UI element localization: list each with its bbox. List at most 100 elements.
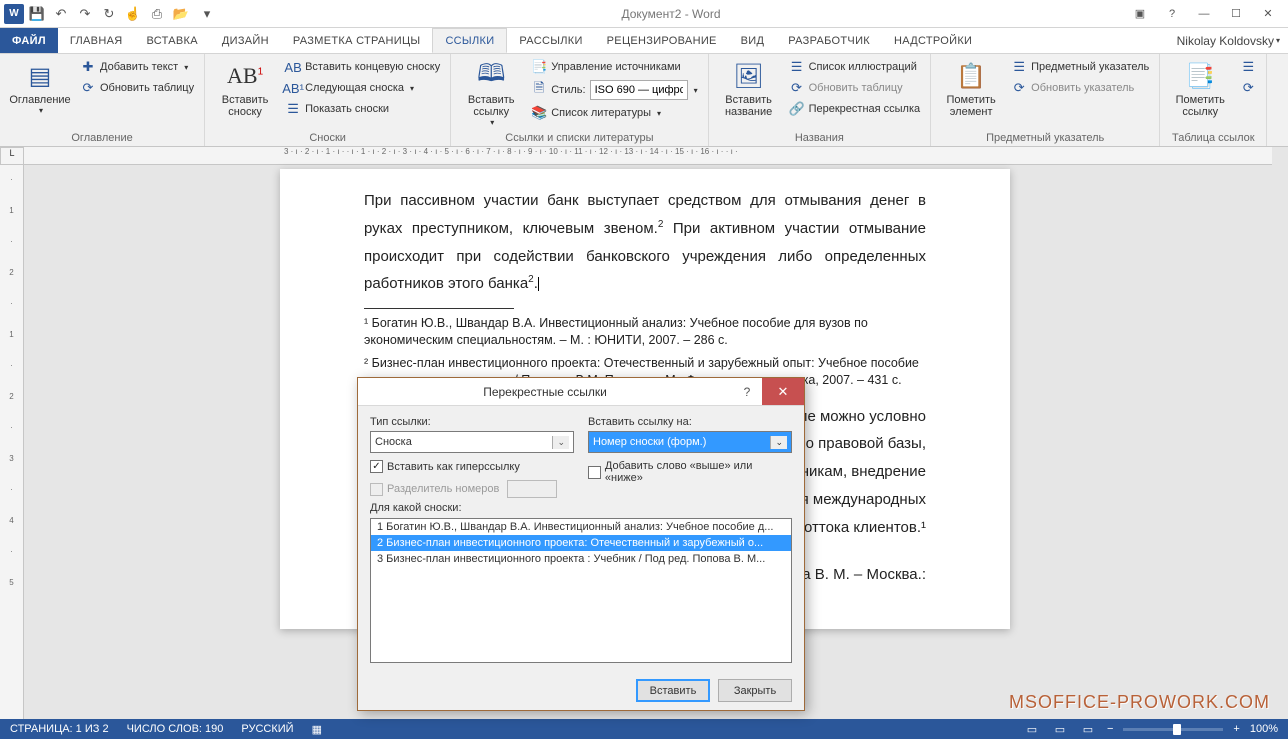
tab-addins[interactable]: НАДСТРОЙКИ <box>882 28 984 53</box>
citation-style-select[interactable]: 🗎 Стиль: ▾ <box>529 79 699 101</box>
bibliography-button[interactable]: 📚Список литературы▾ <box>529 104 699 122</box>
separator-input <box>507 480 557 498</box>
refresh-icon: ⟳ <box>1011 80 1027 96</box>
footnote-listbox[interactable]: 1 Богатин Ю.В., Швандар В.А. Инвестицион… <box>370 518 792 663</box>
mark-citation-icon: 📑 <box>1184 60 1216 92</box>
status-macros-icon[interactable]: ▦ <box>312 723 322 736</box>
qat-undo-icon[interactable]: ↶ <box>52 5 70 23</box>
zoom-value[interactable]: 100% <box>1250 723 1278 735</box>
ribbon-options-icon[interactable]: ▣ <box>1126 4 1154 24</box>
mark-entry-button[interactable]: 📋 Пометить элемент <box>939 58 1003 120</box>
qat-save-icon[interactable]: 💾 <box>28 5 46 23</box>
update-authorities-button: ⟳ <box>1238 79 1258 97</box>
qat-touch-icon[interactable]: ☝ <box>124 5 142 23</box>
insert-caption-button[interactable]: 🖼 Вставить название <box>717 58 781 120</box>
tab-developer[interactable]: РАЗРАБОТЧИК <box>776 28 882 53</box>
insert-index-button[interactable]: ☰Предметный указатель <box>1009 58 1151 76</box>
next-footnote-button[interactable]: AB¹Следующая сноска▾ <box>283 79 442 97</box>
insert-citation-button[interactable]: 🕮 Вставить ссылку▾ <box>459 58 523 129</box>
group-index: 📋 Пометить элемент ☰Предметный указатель… <box>931 54 1160 146</box>
zoom-out-icon[interactable]: − <box>1107 723 1113 735</box>
list-item[interactable]: 2 Бизнес-план инвестиционного проекта: О… <box>371 535 791 551</box>
view-print-icon[interactable]: ▭ <box>1051 723 1069 736</box>
update-toc-button[interactable]: ⟳Обновить таблицу <box>78 79 196 97</box>
dialog-help-icon[interactable]: ? <box>732 385 762 399</box>
qat-print-icon[interactable]: ⎙ <box>148 5 166 23</box>
zoom-in-icon[interactable]: + <box>1233 723 1239 735</box>
qat-redo-icon[interactable]: ↷ <box>76 5 94 23</box>
tab-file[interactable]: ФАЙЛ <box>0 28 58 53</box>
tab-layout[interactable]: РАЗМЕТКА СТРАНИЦЫ <box>281 28 433 53</box>
hyperlink-checkbox[interactable] <box>370 460 383 473</box>
tab-design[interactable]: ДИЗАЙН <box>210 28 281 53</box>
tab-view[interactable]: ВИД <box>729 28 777 53</box>
authorities-icon-button[interactable]: ☰ <box>1238 58 1258 76</box>
biblio-icon: 📚 <box>531 105 547 121</box>
list-item[interactable]: 3 Бизнес-план инвестиционного проекта : … <box>371 551 791 567</box>
tab-review[interactable]: РЕЦЕНЗИРОВАНИЕ <box>595 28 729 53</box>
view-read-icon[interactable]: ▭ <box>1023 723 1041 736</box>
figures-list-button[interactable]: ☰Список иллюстраций <box>787 58 923 76</box>
ruler-horizontal[interactable]: 3 · ı · 2 · ı · 1 · ı · · ı · 1 · ı · 2 … <box>24 147 1272 165</box>
ruler-vertical[interactable]: ·1·2·1·2·3·4·5 <box>0 165 24 719</box>
status-words[interactable]: ЧИСЛО СЛОВ: 190 <box>127 723 224 735</box>
zoom-slider[interactable] <box>1123 728 1223 731</box>
status-page[interactable]: СТРАНИЦА: 1 ИЗ 2 <box>10 723 109 735</box>
ruler-corner[interactable]: L <box>0 147 24 165</box>
insert-endnote-button[interactable]: ABВставить концевую сноску <box>283 58 442 76</box>
window-title: Документ2 - Word <box>216 7 1126 21</box>
qat-open-icon[interactable]: 📂 <box>172 5 190 23</box>
group-citations: 🕮 Вставить ссылку▾ 📑Управление источника… <box>451 54 708 146</box>
tab-references[interactable]: ССЫЛКИ <box>432 28 507 53</box>
label-ref-type: Тип ссылки: <box>370 416 574 428</box>
mark-citation-button[interactable]: 📑 Пометить ссылку <box>1168 58 1232 120</box>
insert-button[interactable]: Вставить <box>636 679 710 702</box>
status-bar: СТРАНИЦА: 1 ИЗ 2 ЧИСЛО СЛОВ: 190 РУССКИЙ… <box>0 719 1288 739</box>
cross-reference-button[interactable]: 🔗Перекрестная ссылка <box>787 100 923 118</box>
label-separator: Разделитель номеров <box>387 483 499 495</box>
next-footnote-icon: AB¹ <box>285 80 301 96</box>
qat-more-icon[interactable]: ▾ <box>198 5 216 23</box>
add-text-button[interactable]: ✚Добавить текст▾ <box>78 58 196 76</box>
title-bar: W 💾 ↶ ↷ ↻ ☝ ⎙ 📂 ▾ Документ2 - Word ▣ ? —… <box>0 0 1288 28</box>
label-insert-on: Вставить ссылку на: <box>588 416 792 428</box>
list-item[interactable]: 1 Богатин Ю.В., Швандар В.А. Инвестицион… <box>371 519 791 535</box>
help-icon[interactable]: ? <box>1158 4 1186 24</box>
index-icon: ☰ <box>1011 59 1027 75</box>
close-button[interactable]: Закрыть <box>718 679 792 702</box>
manage-sources-button[interactable]: 📑Управление источниками <box>529 58 699 76</box>
tab-insert[interactable]: ВСТАВКА <box>134 28 209 53</box>
tab-home[interactable]: ГЛАВНАЯ <box>58 28 135 53</box>
cross-reference-dialog: Перекрестные ссылки ? ✕ Тип ссылки: Снос… <box>357 377 805 711</box>
above-below-checkbox[interactable] <box>588 466 601 479</box>
refresh-icon: ⟳ <box>1240 80 1256 96</box>
show-footnotes-button[interactable]: ☰Показать сноски <box>283 100 442 118</box>
minimize-icon[interactable]: — <box>1190 4 1218 24</box>
maximize-icon[interactable]: ☐ <box>1222 4 1250 24</box>
toc-button[interactable]: ▤ Оглавление▾ <box>8 58 72 117</box>
footnote-separator <box>364 308 514 309</box>
footnote-1: ¹ Богатин Ю.В., Швандар В.А. Инвестицион… <box>364 315 926 349</box>
qat-repeat-icon[interactable]: ↻ <box>100 5 118 23</box>
insert-on-select[interactable]: Номер сноски (форм.)⌄ <box>588 431 792 453</box>
update-figures-button: ⟳Обновить таблицу <box>787 79 923 97</box>
view-web-icon[interactable]: ▭ <box>1079 723 1097 736</box>
close-icon[interactable]: ✕ <box>1254 4 1282 24</box>
update-index-button: ⟳Обновить указатель <box>1009 79 1151 97</box>
user-name[interactable]: Nikolay Koldovsky▾ <box>1177 28 1288 53</box>
insert-footnote-button[interactable]: AB1 Вставить сноску <box>213 58 277 120</box>
group-captions: 🖼 Вставить название ☰Список иллюстраций … <box>709 54 932 146</box>
label-for-which: Для какой сноски: <box>370 502 792 514</box>
authorities-icon: ☰ <box>1240 59 1256 75</box>
status-language[interactable]: РУССКИЙ <box>241 723 293 735</box>
ref-type-select[interactable]: Сноска⌄ <box>370 431 574 453</box>
tab-mailings[interactable]: РАССЫЛКИ <box>507 28 594 53</box>
refresh-icon: ⟳ <box>789 80 805 96</box>
ribbon-tabs: ФАЙЛ ГЛАВНАЯ ВСТАВКА ДИЗАЙН РАЗМЕТКА СТР… <box>0 28 1288 54</box>
crossref-icon: 🔗 <box>789 101 805 117</box>
add-text-icon: ✚ <box>80 59 96 75</box>
style-input[interactable] <box>590 80 688 100</box>
separator-checkbox <box>370 483 383 496</box>
style-icon: 🗎 <box>531 82 547 98</box>
dialog-close-icon[interactable]: ✕ <box>762 378 804 405</box>
